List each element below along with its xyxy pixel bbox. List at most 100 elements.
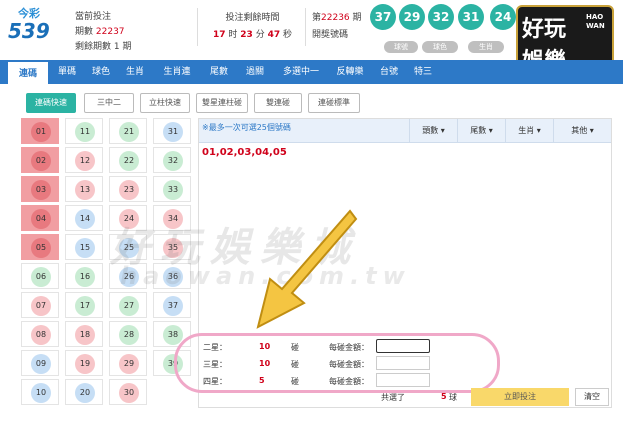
number-cell[interactable]: 13: [65, 176, 103, 202]
countdown-title: 投注剩餘時間: [225, 13, 280, 23]
number-cell[interactable]: 31: [153, 118, 191, 144]
number-cell[interactable]: 23: [109, 176, 147, 202]
brand-line1: 好玩: [522, 17, 567, 42]
hours-unit: 时: [228, 30, 238, 40]
number-cell[interactable]: 19: [65, 350, 103, 376]
number-ball: 19: [75, 354, 95, 374]
number-cell[interactable]: 02: [21, 147, 59, 173]
tab-weishu[interactable]: 尾數: [204, 60, 234, 84]
highlight-oval: [174, 333, 500, 393]
number-ball: 07: [31, 296, 51, 316]
number-ball: 16: [75, 267, 95, 287]
tab-shengxiao[interactable]: 生肖: [120, 60, 150, 84]
number-cell[interactable]: 07: [21, 292, 59, 318]
number-cell[interactable]: 16: [65, 263, 103, 289]
number-cell[interactable]: 32: [153, 147, 191, 173]
filter-head[interactable]: 頭數 ▾: [409, 119, 457, 143]
divider: [197, 8, 198, 46]
header: 今彩 539 當前投注 期數 22237 剩餘期數 1 期 投注剩餘時間 17 …: [0, 0, 623, 77]
total-value: 5: [441, 392, 447, 401]
divider: [305, 8, 306, 46]
number-cell[interactable]: 37: [153, 292, 191, 318]
number-cell[interactable]: 04: [21, 205, 59, 231]
number-ball: 13: [75, 180, 95, 200]
subtab-double-pair[interactable]: 雙連碰: [254, 93, 302, 113]
number-ball: 18: [75, 325, 95, 345]
number-cell[interactable]: 14: [65, 205, 103, 231]
bottom-bar: 共選了 5 球 立即投注 清空: [199, 388, 611, 408]
subtab-double-star[interactable]: 雙星連柱碰: [196, 93, 248, 113]
minutes-unit: 分: [255, 30, 265, 40]
number-ball: 23: [119, 180, 139, 200]
number-cell[interactable]: 27: [109, 292, 147, 318]
number-cell[interactable]: 18: [65, 321, 103, 347]
number-cell[interactable]: 03: [21, 176, 59, 202]
current-label: 當前投注: [75, 12, 112, 22]
tab-qiuse[interactable]: 球色: [86, 60, 116, 84]
tab-duoxuan[interactable]: 多選中一: [276, 60, 326, 84]
number-ball: 08: [31, 325, 51, 345]
tab-guoguan[interactable]: 過關: [240, 60, 270, 84]
submit-button[interactable]: 立即投注: [471, 388, 569, 406]
number-cell[interactable]: 01: [21, 118, 59, 144]
draw-period: 22236: [321, 13, 350, 23]
number-cell[interactable]: 29: [109, 350, 147, 376]
number-ball: 28: [119, 325, 139, 345]
number-cell[interactable]: 05: [21, 234, 59, 260]
number-cell[interactable]: 08: [21, 321, 59, 347]
subtab-pillar-fast[interactable]: 立柱快速: [140, 93, 190, 113]
filter-zodiac[interactable]: 生肖 ▾: [505, 119, 553, 143]
draw-label: 開獎號碼: [312, 30, 349, 40]
number-ball: 27: [119, 296, 139, 316]
number-cell[interactable]: 21: [109, 118, 147, 144]
number-ball: 33: [163, 180, 183, 200]
remaining-periods: 剩餘期數 1 期: [75, 42, 132, 52]
arrow-icon: [256, 209, 358, 329]
number-ball: 15: [75, 238, 95, 258]
subtab-standard[interactable]: 連碰標準: [308, 93, 360, 113]
number-ball: 14: [75, 209, 95, 229]
number-cell[interactable]: 33: [153, 176, 191, 202]
number-cell[interactable]: 22: [109, 147, 147, 173]
tab-taihao[interactable]: 台號: [374, 60, 404, 84]
pill-zodiac[interactable]: 生肖: [468, 41, 504, 53]
tab-shengxiao-lian[interactable]: 生肖連: [156, 60, 198, 84]
clear-button[interactable]: 清空: [575, 388, 609, 406]
tab-fanzhuan[interactable]: 反轉樂: [330, 60, 370, 84]
subtab-three-two[interactable]: 三中二: [84, 93, 134, 113]
number-ball: 37: [163, 296, 183, 316]
logo-bottom-text: 539: [8, 19, 50, 43]
tab-lianma[interactable]: 連碼: [8, 60, 48, 84]
main-nav: 連碼 單碼 球色 生肖 生肖連 尾數 過關 多選中一 反轉樂 台號 特三: [0, 60, 623, 84]
draw-ball: 31: [458, 4, 484, 30]
number-cell[interactable]: 28: [109, 321, 147, 347]
hours: 17: [212, 30, 226, 40]
number-ball: 02: [31, 151, 51, 171]
number-cell[interactable]: 20: [65, 379, 103, 405]
tab-tesan[interactable]: 特三: [408, 60, 438, 84]
draw-ball: 37: [370, 4, 396, 30]
number-ball: 17: [75, 296, 95, 316]
number-cell[interactable]: 12: [65, 147, 103, 173]
number-cell[interactable]: 30: [109, 379, 147, 405]
current-bet-info: 當前投注 期數 22237 剩餘期數 1 期: [75, 10, 131, 55]
filter-tail[interactable]: 尾數 ▾: [457, 119, 505, 143]
number-cell[interactable]: 11: [65, 118, 103, 144]
pill-ball-number[interactable]: 球號: [384, 41, 418, 53]
tab-danma[interactable]: 單碼: [52, 60, 82, 84]
countdown: 投注剩餘時間 17 时 23 分 47 秒: [205, 10, 300, 44]
subtab-fast[interactable]: 連碼快速: [26, 93, 76, 113]
total-label: 共選了: [381, 393, 405, 402]
total-unit: 球: [449, 393, 457, 402]
pill-ball-color[interactable]: 球色: [422, 41, 458, 53]
number-cell[interactable]: 17: [65, 292, 103, 318]
number-cell[interactable]: 15: [65, 234, 103, 260]
number-cell[interactable]: 09: [21, 350, 59, 376]
number-ball: 01: [31, 122, 51, 142]
lottery-logo: 今彩 539: [6, 5, 70, 47]
number-ball: 03: [31, 180, 51, 200]
draw-ball: 24: [490, 4, 516, 30]
number-cell[interactable]: 06: [21, 263, 59, 289]
number-cell[interactable]: 10: [21, 379, 59, 405]
filter-other[interactable]: 其他 ▾: [553, 119, 611, 143]
